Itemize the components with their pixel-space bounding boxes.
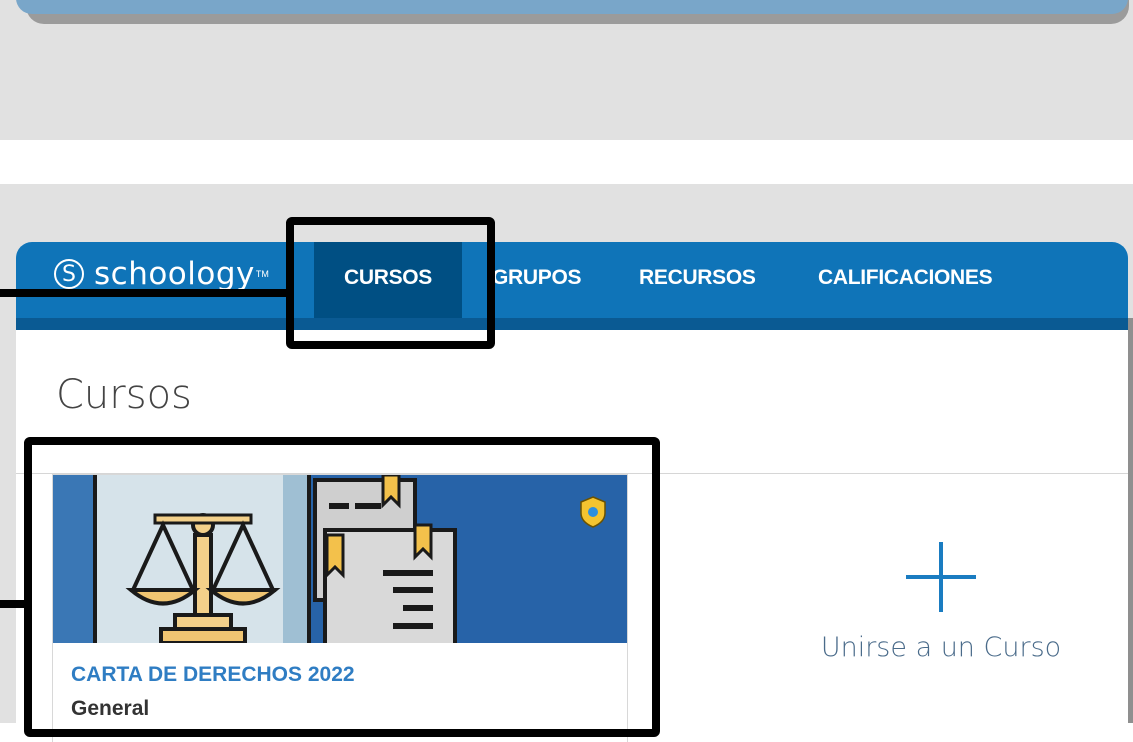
schoology-s-icon: S (54, 259, 84, 289)
highlight-box-cursos (286, 217, 495, 349)
logo-text: schoology (94, 256, 255, 292)
top-navbar: S schoology TM CURSOS GRUPOS RECURSOS CA… (16, 242, 1128, 322)
join-course-button[interactable]: Unirse a un Curso (796, 542, 1086, 663)
nav-tab-calificaciones[interactable]: CALIFICACIONES (818, 242, 993, 322)
nav-tab-recursos[interactable]: RECURSOS (639, 242, 756, 322)
schoology-logo[interactable]: S schoology TM (54, 254, 269, 294)
pointer-line-course-card (0, 600, 28, 608)
logo-trademark: TM (255, 269, 269, 279)
pointer-line-cursos (0, 289, 290, 297)
nav-tab-grupos[interactable]: GRUPOS (492, 242, 582, 322)
previous-screenshot-card (16, 0, 1128, 14)
plus-icon[interactable] (906, 542, 976, 612)
highlight-box-course-card (24, 437, 660, 737)
page-title: Cursos (56, 372, 192, 418)
join-course-label[interactable]: Unirse a un Curso (796, 632, 1086, 663)
navbar-underline (16, 318, 1128, 330)
